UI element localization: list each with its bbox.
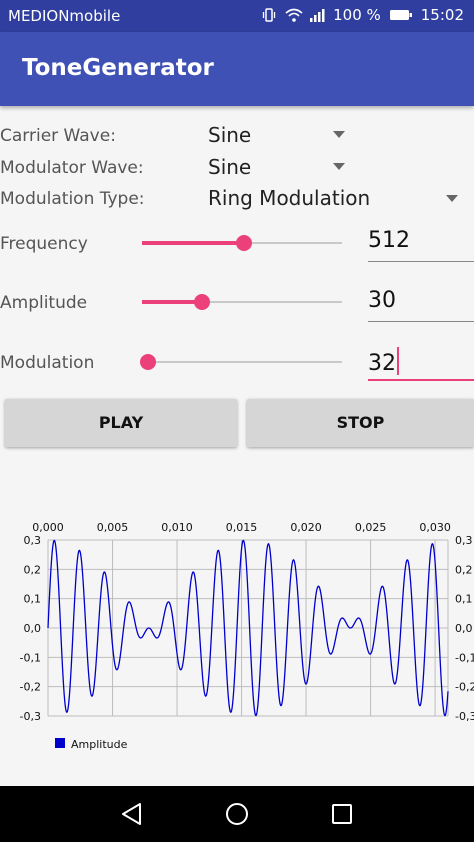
frequency-slider[interactable]: [142, 233, 342, 253]
frequency-value: 512: [368, 228, 410, 253]
amplitude-input[interactable]: 30: [368, 282, 474, 322]
carrier-wave-value[interactable]: Sine: [208, 123, 251, 147]
carrier-name: MEDIONmobile: [8, 7, 121, 25]
clock: 15:02: [420, 6, 464, 24]
amplitude-slider-thumb[interactable]: [194, 294, 210, 310]
x-tick-label: 0,030: [419, 521, 451, 534]
y-axis-right-labels: 0,3 0,2 0,1 0,0 -0,1 -0,2 -0,3: [455, 534, 474, 723]
signal-icon: [309, 7, 325, 23]
modulator-wave-label: Modulator Wave:: [0, 158, 144, 178]
x-tick-label: 0,025: [355, 521, 387, 534]
x-tick-label: 0,005: [97, 521, 129, 534]
modulation-type-value[interactable]: Ring Modulation: [208, 186, 370, 210]
y-tick-label-right: 0,2: [455, 563, 473, 576]
modulator-wave-value[interactable]: Sine: [208, 155, 251, 179]
text-cursor: [397, 347, 399, 375]
modulation-label: Modulation: [0, 353, 95, 373]
home-icon[interactable]: [226, 803, 248, 825]
y-tick-label-right: -0,1: [455, 651, 474, 664]
amplitude-slider-fill: [142, 300, 202, 304]
frequency-slider-fill: [142, 241, 244, 245]
modulation-slider-track[interactable]: [142, 361, 342, 363]
amplitude-input-underline: [368, 321, 474, 322]
y-tick-label-left: 0,2: [24, 563, 42, 576]
amplitude-label: Amplitude: [0, 293, 88, 313]
y-tick-label-right: 0,0: [455, 622, 473, 635]
x-tick-label: 0,015: [226, 521, 258, 534]
y-tick-label-left: 0,0: [24, 622, 42, 635]
modulator-wave-dropdown-icon[interactable]: [333, 163, 345, 170]
legend-swatch-amplitude: [55, 738, 65, 748]
play-button[interactable]: PLAY: [5, 399, 237, 447]
carrier-wave-dropdown-icon[interactable]: [333, 131, 345, 138]
status-icons: 100 % 15:02: [261, 6, 464, 24]
modulation-value: 32: [368, 351, 396, 376]
y-tick-label-right: 0,1: [455, 593, 473, 606]
x-tick-label: 0,020: [290, 521, 322, 534]
y-tick-label-right: -0,2: [455, 681, 474, 694]
y-tick-label-left: 0,3: [24, 534, 42, 547]
waveform-chart: 0,000 0,005 0,010 0,015 0,020 0,025 0,030 0,30…: [20, 521, 474, 751]
x-tick-label: 0,010: [161, 521, 193, 534]
x-axis-top-labels: 0,000 0,005 0,010 0,015 0,020 0,025 0,030: [32, 521, 451, 534]
y-tick-label-right: 0,3: [455, 534, 473, 547]
modulation-slider[interactable]: [140, 352, 342, 372]
y-tick-label-left: 0,1: [24, 593, 42, 606]
wifi-icon: [285, 7, 303, 23]
frequency-slider-thumb[interactable]: [236, 235, 252, 251]
modulation-input[interactable]: 32: [368, 341, 474, 381]
modulation-type-label: Modulation Type:: [0, 189, 145, 209]
status-bar: MEDIONmobile 100 % 15:02: [0, 0, 474, 32]
modulation-slider-thumb[interactable]: [140, 354, 156, 370]
frequency-input[interactable]: 512: [368, 222, 474, 262]
modulation-type-dropdown-icon[interactable]: [446, 195, 458, 202]
battery-icon: [389, 7, 413, 23]
vibrate-icon: [261, 7, 277, 23]
y-axis-left-labels: 0,3 0,2 0,1 0,0 -0,1 -0,2 -0,3: [20, 534, 41, 723]
frequency-input-underline: [368, 261, 474, 262]
frequency-label: Frequency: [0, 234, 88, 254]
battery-percent: 100 %: [333, 6, 381, 24]
y-tick-label-right: -0,3: [455, 710, 474, 723]
back-icon[interactable]: [122, 803, 141, 825]
navigation-bar: [0, 786, 474, 842]
recents-icon[interactable]: [332, 804, 352, 824]
y-tick-label-left: -0,2: [20, 681, 41, 694]
app-title: ToneGenerator: [22, 55, 214, 81]
amplitude-value: 30: [368, 288, 396, 313]
legend-label-amplitude: Amplitude: [71, 738, 128, 751]
carrier-wave-label: Carrier Wave:: [0, 126, 116, 146]
modulation-input-underline: [368, 379, 474, 381]
stop-button[interactable]: STOP: [247, 399, 474, 447]
x-tick-label: 0,000: [32, 521, 64, 534]
y-tick-label-left: -0,1: [20, 651, 41, 664]
amplitude-slider[interactable]: [142, 292, 342, 312]
y-tick-label-left: -0,3: [20, 710, 41, 723]
app-bar: ToneGenerator: [0, 32, 474, 106]
